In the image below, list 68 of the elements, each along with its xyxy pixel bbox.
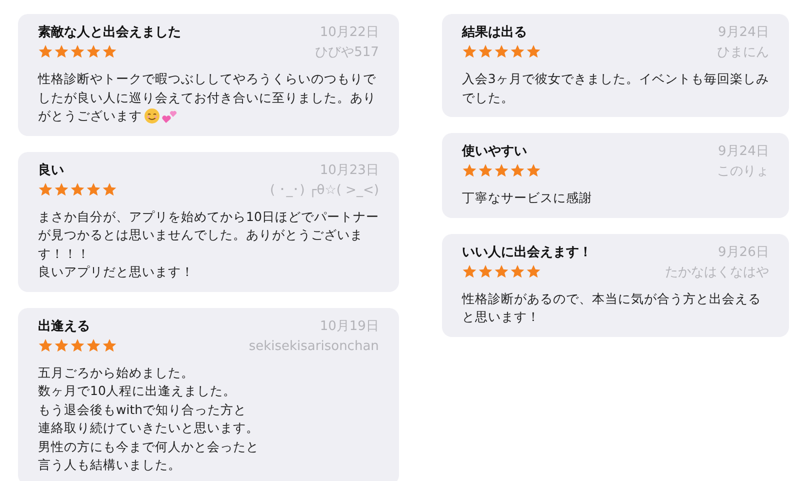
star-icon [38,44,53,59]
review-text-line: 性格診断やトークで暇つぶししてやろうくらいのつもりで [38,70,377,88]
review-date: 9月24日 [718,24,769,41]
star-icon [494,264,509,278]
review-text-line: でした。 [462,88,515,106]
star-icon [70,182,85,196]
review-text-line: が見つかるとは思いませんでした。ありがとうございま [38,226,364,244]
star-icon [86,182,101,196]
star-icon [478,163,493,178]
review-text-line: 言う人も結構いました。 [38,456,182,474]
reviewer-name: ひびや517 [315,44,379,61]
star-icon [526,163,541,178]
star-icon [54,338,69,352]
smiling-face-icon [144,108,160,124]
review-title: 使いやすい [462,143,528,160]
star-icon [70,44,85,59]
review-date: 10月19日 [320,318,379,334]
star-icon [102,182,117,196]
star-icon [102,44,117,59]
review-text-line: がとうございます [38,107,142,125]
hearts-icon [162,108,178,124]
review-date: 9月26日 [718,244,769,260]
review-text-line: 丁寧なサービスに感謝 [462,189,593,207]
star-icon [478,264,493,278]
review-text-line: す！！！ [38,244,91,262]
reviewer-name: ( ･_･) ┌θ☆( >_<) [270,182,379,198]
star-icon [526,264,541,278]
star-icon [102,338,117,352]
star-icon [70,338,85,352]
review-title: 結果は出る [462,24,528,41]
review-text-line: 五月ごろから始めました。 [38,364,195,382]
star-icon [38,338,53,352]
star-icon [38,182,53,196]
reviewer-name: たかなはくなはや [664,264,769,280]
star-icon [510,44,525,59]
review-title: いい人に出会えます！ [462,244,592,260]
review-text-line: 良いアプリだと思います！ [38,263,195,281]
reviewer-name: このりょ [716,163,769,180]
star-icon [510,264,525,278]
review-text-line: 性格診断があるので、本当に気が合う方と出会える [462,290,762,308]
star-icon [54,44,69,59]
review-text-line: 男性の方にも今まで何人かと会ったと [38,438,260,456]
reviewer-name: sekisekisarisonchan [248,338,379,354]
review-date: 10月23日 [320,162,379,178]
star-icon [494,44,509,59]
review-title: 良い [38,162,65,178]
review-date: 10月22日 [320,24,379,41]
star-icon [86,44,101,59]
star-icon [462,163,477,178]
star-icon [462,44,477,59]
review-title: 素敵な人と出会えました [38,24,181,41]
star-icon [478,44,493,59]
review-text-line: 連絡取り続けていきたいと思います。 [38,419,260,437]
review-text-line: したが良い人に巡り会えてお付き合いに至りました。あり [38,88,377,106]
review-title: 出逢える [38,318,91,334]
star-icon [54,182,69,196]
review-text-line: まさか自分が、アプリを始めてから10日ほどでパートナー [38,208,379,226]
star-icon [494,163,509,178]
star-icon [462,264,477,278]
reviewer-name: ひまにん [716,44,769,61]
star-icon [526,44,541,59]
review-date: 9月24日 [718,143,769,160]
review-text-line: もう退会後もwithで知り合った方と [38,400,248,418]
review-text-line: 数ヶ月で10人程に出逢えました。 [38,382,237,400]
star-icon [510,163,525,178]
review-text-line: と思います！ [462,308,541,326]
star-icon [86,338,101,352]
review-text-line: 入会3ヶ月で彼女できました。イベントも毎回楽しみ [462,70,769,88]
